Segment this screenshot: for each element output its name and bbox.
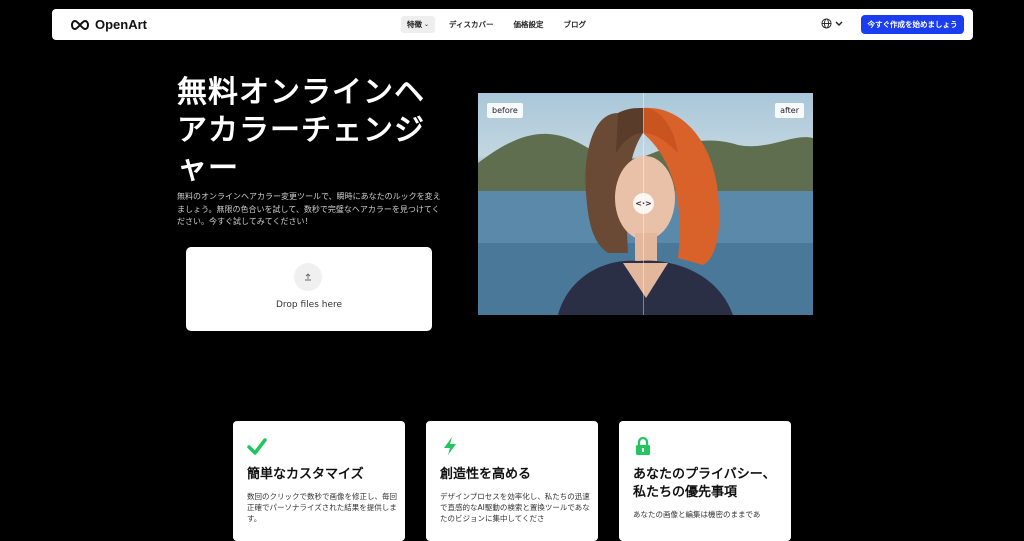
nav-link-features[interactable]: 特徴 ⌄ bbox=[401, 16, 436, 33]
hero-title-line: 無料オンラインヘ bbox=[177, 75, 425, 110]
after-label: after bbox=[775, 103, 804, 118]
card-title: 簡単なカスタマイズ bbox=[247, 467, 364, 482]
language-selector[interactable] bbox=[821, 18, 843, 29]
card-title: あなたのプライバシー、私たちの優先事項 bbox=[633, 467, 776, 500]
infinity-logo-icon bbox=[71, 19, 89, 30]
chevron-down-icon bbox=[835, 21, 843, 26]
hero-title: 無料オンラインヘ アカラーチェンジ ャー bbox=[177, 74, 447, 188]
upload-icon bbox=[294, 263, 322, 291]
nav-link-label: 特徴 bbox=[407, 20, 422, 29]
openart-logo[interactable]: OpenArt bbox=[70, 17, 147, 32]
file-dropzone[interactable]: Drop files here bbox=[186, 247, 432, 331]
globe-icon bbox=[821, 18, 832, 29]
nav-link-label: ディスカバー bbox=[449, 20, 494, 29]
lightning-icon bbox=[444, 437, 456, 455]
nav-links: 特徴 ⌄ ディスカバー 価格設定 ブログ bbox=[401, 16, 592, 33]
top-navbar: OpenArt 特徴 ⌄ ディスカバー 価格設定 ブログ 今すぐ作成を始めましょ… bbox=[52, 9, 973, 40]
hero-title-line: ャー bbox=[177, 151, 239, 186]
card-title: 創造性を高める bbox=[440, 467, 532, 482]
card-description: あなたの画像と編集は機密のままであ bbox=[633, 510, 761, 519]
logo-text: OpenArt bbox=[95, 17, 147, 32]
chevron-down-icon: ⌄ bbox=[424, 21, 430, 28]
feature-card-privacy: あなたのプライバシー、私たちの優先事項 あなたの画像と編集は機密のままであ bbox=[619, 421, 791, 541]
card-description: デザインプロセスを効率化し、私たちの迅速で直感的なAI駆動の検索と置換ツールであ… bbox=[440, 492, 590, 523]
feature-card-creativity: 創造性を高める デザインプロセスを効率化し、私たちの迅速で直感的なAI駆動の検索… bbox=[426, 421, 598, 541]
nav-link-label: 価格設定 bbox=[513, 20, 544, 29]
start-creating-button[interactable]: 今すぐ作成を始めましょう bbox=[861, 15, 964, 34]
nav-link-label: ブログ bbox=[563, 20, 587, 29]
lock-icon bbox=[636, 436, 650, 455]
nav-link-discover[interactable]: ディスカバー bbox=[443, 16, 499, 33]
before-after-comparison[interactable]: before after <·> bbox=[478, 93, 813, 315]
slider-handle[interactable]: <·> bbox=[633, 193, 654, 214]
check-icon bbox=[247, 438, 267, 455]
hero-description: 無料のオンラインヘアカラー変更ツールで、瞬時にあなたのルックを変えましょう。無限… bbox=[177, 192, 441, 226]
dropzone-label: Drop files here bbox=[275, 300, 343, 310]
card-description: 数回のクリックで数秒で画像を修正し、毎回正確でパーソナライズされた結果を提供しま… bbox=[247, 492, 397, 523]
feature-card-customization: 簡単なカスタマイズ 数回のクリックで数秒で画像を修正し、毎回正確でパーソナライズ… bbox=[233, 421, 405, 541]
nav-link-pricing[interactable]: 価格設定 bbox=[508, 16, 550, 33]
before-label: before bbox=[487, 103, 523, 118]
nav-link-blog[interactable]: ブログ bbox=[558, 16, 593, 33]
hero-title-line: アカラーチェンジ bbox=[177, 113, 425, 148]
